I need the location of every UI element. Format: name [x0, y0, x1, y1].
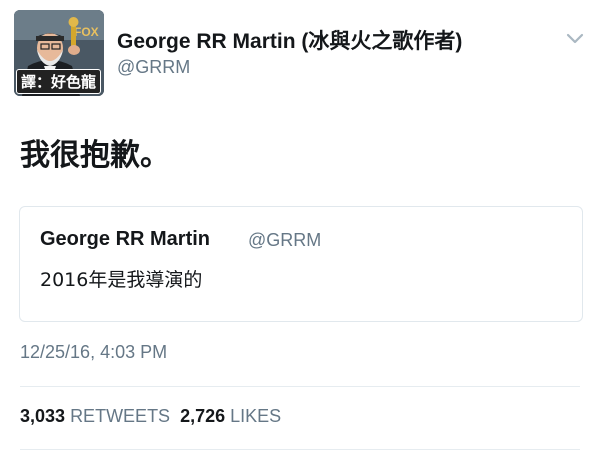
likes-count: 2,726: [180, 406, 226, 426]
author-handle[interactable]: @GRRM: [117, 57, 190, 78]
avatar[interactable]: FOX 譯：好色龍: [14, 10, 104, 96]
likes-stat[interactable]: 2,726 LIKES: [180, 406, 281, 427]
tweet-card: FOX 譯：好色龍 George RR Martin (冰與火之歌作者) @GR…: [0, 0, 600, 457]
divider: [20, 449, 580, 450]
quoted-tweet[interactable]: George RR Martin @GRRM 2016年是我導演的: [19, 206, 583, 322]
author-display-name[interactable]: George RR Martin (冰與火之歌作者): [117, 25, 462, 55]
tweet-stats: 3,033 RETWEETS 2,726 LIKES: [20, 406, 281, 427]
likes-label: LIKES: [230, 406, 282, 426]
quoted-tweet-text: 2016年是我導演的: [40, 269, 203, 291]
avatar-watermark: FOX: [74, 25, 99, 39]
retweets-stat[interactable]: 3,033 RETWEETS: [20, 406, 170, 427]
tweet-timestamp[interactable]: 12/25/16, 4:03 PM: [20, 342, 167, 363]
quoted-author-handle: @GRRM: [248, 230, 322, 250]
chevron-down-icon[interactable]: [566, 32, 584, 46]
avatar-credit-label: 譯：好色龍: [16, 69, 102, 94]
retweets-label: RETWEETS: [70, 406, 171, 426]
quoted-author-display-name: George RR Martin: [40, 228, 211, 250]
tweet-text: 我很抱歉。: [20, 138, 170, 173]
divider: [20, 386, 580, 387]
retweets-count: 3,033: [20, 406, 66, 426]
